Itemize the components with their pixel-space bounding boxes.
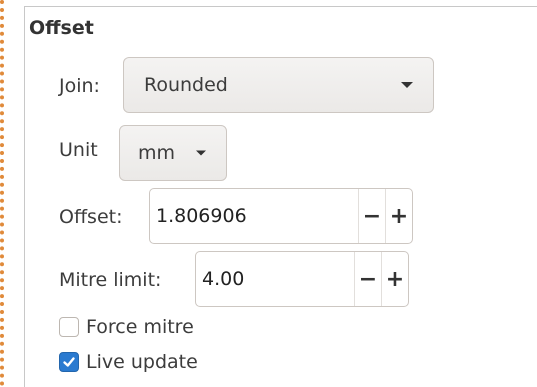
unit-dropdown[interactable]: mm (119, 125, 227, 181)
checkmark-icon (63, 357, 75, 367)
join-dropdown[interactable]: Rounded (123, 57, 434, 113)
mitre-limit-input[interactable]: 4.00 (196, 252, 354, 306)
offset-label: Offset: (59, 206, 123, 228)
increment-button[interactable]: + (385, 189, 412, 243)
unit-dropdown-value: mm (138, 142, 176, 164)
mitre-limit-spinbox[interactable]: 4.00 − + (195, 251, 409, 307)
decrement-button[interactable]: − (354, 252, 381, 306)
join-dropdown-value: Rounded (144, 74, 228, 96)
increment-button[interactable]: + (381, 252, 408, 306)
chevron-down-icon (401, 82, 413, 88)
offset-spinbox[interactable]: 1.806906 − + (149, 188, 413, 244)
offset-input[interactable]: 1.806906 (150, 189, 358, 243)
unit-label: Unit (59, 139, 98, 161)
selection-dotted-edge (0, 0, 8, 386)
panel-title: Offset (29, 17, 94, 39)
force-mitre-checkbox-row[interactable]: Force mitre (59, 316, 194, 338)
mitre-limit-label: Mitre limit: (59, 269, 162, 291)
decrement-button[interactable]: − (358, 189, 385, 243)
chevron-down-icon (196, 150, 206, 156)
live-update-checkbox[interactable] (59, 352, 79, 372)
live-update-label: Live update (86, 351, 198, 373)
live-update-checkbox-row[interactable]: Live update (59, 351, 198, 373)
offset-panel: Offset Join: Rounded Unit mm Offset: 1.8… (24, 6, 537, 387)
force-mitre-label: Force mitre (86, 316, 194, 338)
join-label: Join: (59, 75, 100, 97)
force-mitre-checkbox[interactable] (59, 317, 79, 337)
